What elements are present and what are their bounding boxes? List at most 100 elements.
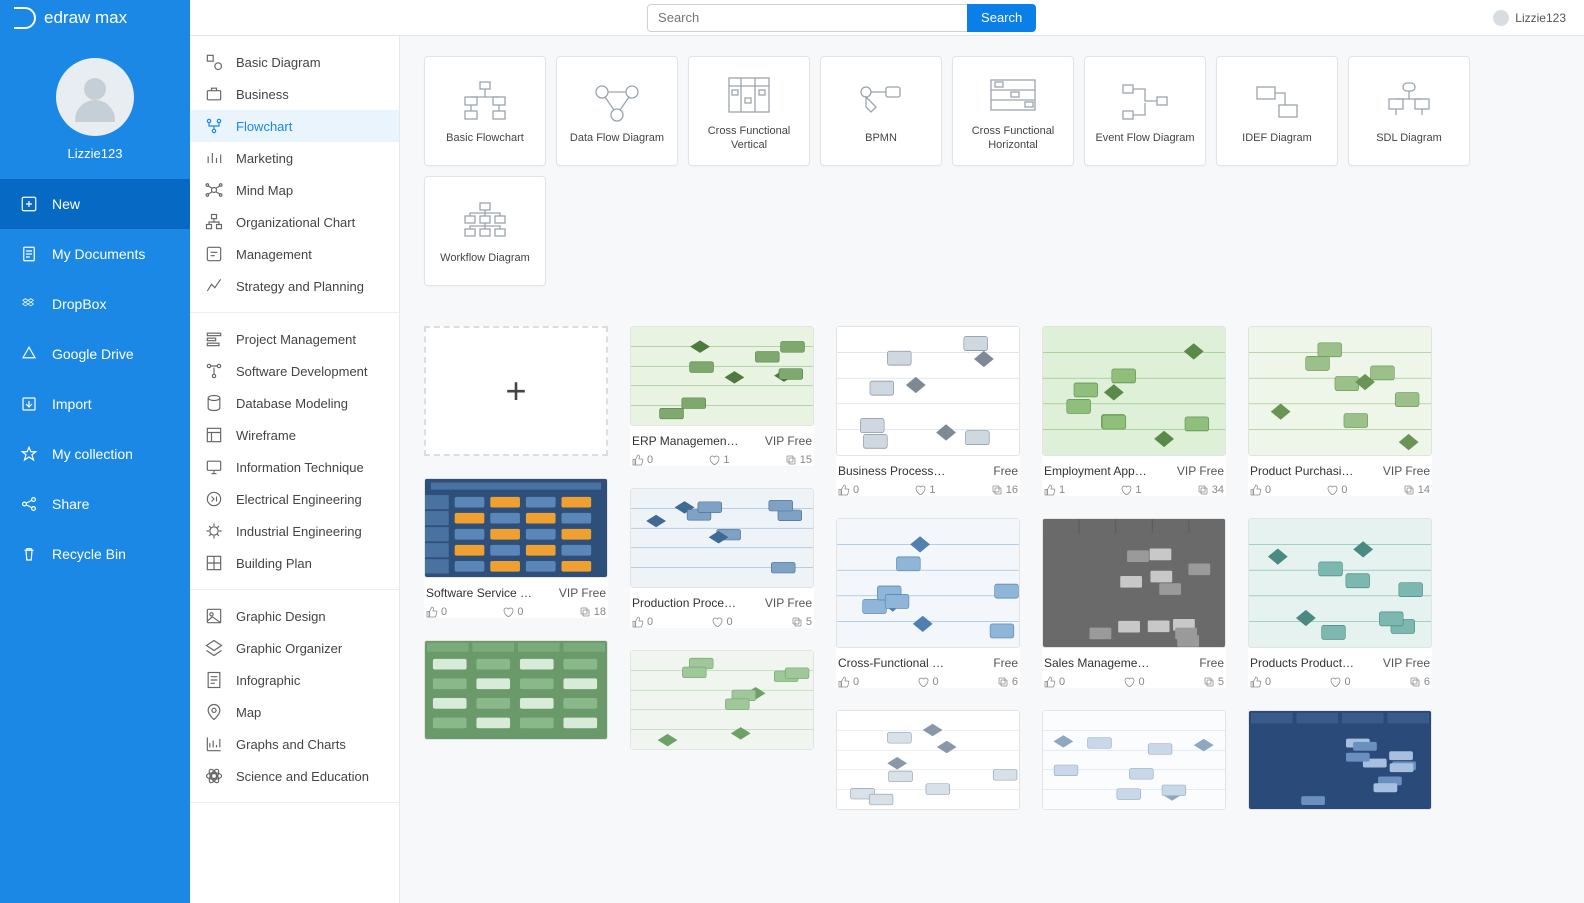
sidebar-item-import[interactable]: Import (0, 379, 190, 429)
template-card[interactable]: Business Process Mo…Free0116 (836, 326, 1020, 496)
favs[interactable]: 1 (1120, 484, 1141, 496)
category-item-map[interactable]: Map (190, 696, 399, 728)
template-card[interactable]: Production Proce…VIP Free005 (630, 488, 814, 628)
category-item-eleceng[interactable]: Electrical Engineering (190, 483, 399, 515)
sidebar-item-dropbox[interactable]: DropBox (0, 279, 190, 329)
favs[interactable]: 0 (502, 606, 523, 618)
template-card[interactable]: Cross-Functional Flo…Free006 (836, 518, 1020, 688)
copies[interactable]: 16 (991, 484, 1018, 496)
profile[interactable]: Lizzie123 (0, 36, 190, 179)
type-card[interactable]: Basic Flowchart (424, 56, 546, 166)
copies[interactable]: 14 (1403, 484, 1430, 496)
category-item-infotech[interactable]: Information Technique (190, 451, 399, 483)
template-tag: VIP Free (765, 434, 812, 448)
top-user[interactable]: Lizzie123 (1493, 10, 1584, 26)
category-item-business[interactable]: Business (190, 78, 399, 110)
category-item-marketing[interactable]: Marketing (190, 142, 399, 174)
copies[interactable]: 18 (579, 606, 606, 618)
likes[interactable]: 0 (632, 454, 653, 466)
share-icon (20, 495, 38, 513)
category-item-management[interactable]: Management (190, 238, 399, 270)
category-item-graphicdesign[interactable]: Graphic Design (190, 600, 399, 632)
category-item-strategy[interactable]: Strategy and Planning (190, 270, 399, 302)
likes[interactable]: 0 (1044, 676, 1065, 688)
template-card[interactable]: Sales Management C…Free005 (1042, 518, 1226, 688)
category-item-softdev[interactable]: Software Development (190, 355, 399, 387)
sidebar-item-label: My collection (52, 446, 133, 462)
type-icon (983, 70, 1043, 120)
search-wrap: Search (647, 4, 1036, 32)
copies[interactable]: 5 (791, 616, 812, 628)
template-card[interactable]: ERP Managemen…VIP Free0115 (630, 326, 814, 466)
category-item-infographic[interactable]: Infographic (190, 664, 399, 696)
template-card[interactable]: Products Product…VIP Free006 (1248, 518, 1432, 688)
template-card[interactable] (1042, 710, 1226, 810)
sidebar-item-gdrive[interactable]: Google Drive (0, 329, 190, 379)
favs[interactable]: 1 (914, 484, 935, 496)
template-tag: VIP Free (765, 596, 812, 610)
category-item-flowchart[interactable]: Flowchart (190, 110, 399, 142)
search-button[interactable]: Search (967, 4, 1036, 32)
template-card[interactable]: Product Purchasi…VIP Free0014 (1248, 326, 1432, 496)
category-item-graphs[interactable]: Graphs and Charts (190, 728, 399, 760)
type-card[interactable]: Cross Functional Horizontal (952, 56, 1074, 166)
copies[interactable]: 34 (1197, 484, 1224, 496)
template-card[interactable] (1248, 710, 1432, 810)
sidebar-item-new[interactable]: New (0, 179, 190, 229)
copies[interactable]: 15 (785, 454, 812, 466)
category-item-dbmodel[interactable]: Database Modeling (190, 387, 399, 419)
category-group: Graphic DesignGraphic OrganizerInfograph… (190, 590, 399, 803)
template-card[interactable] (630, 650, 814, 750)
type-card[interactable]: Data Flow Diagram (556, 56, 678, 166)
sidebar-item-mydocs[interactable]: My Documents (0, 229, 190, 279)
sidebar-item-share[interactable]: Share (0, 479, 190, 529)
type-card[interactable]: IDEF Diagram (1216, 56, 1338, 166)
favs[interactable]: 0 (917, 676, 938, 688)
copies[interactable]: 5 (1203, 676, 1224, 688)
category-item-wireframe[interactable]: Wireframe (190, 419, 399, 451)
likes[interactable]: 0 (838, 484, 859, 496)
favs[interactable]: 0 (1123, 676, 1144, 688)
category-item-basic[interactable]: Basic Diagram (190, 46, 399, 78)
sidebar-item-recycle[interactable]: Recycle Bin (0, 529, 190, 579)
template-thumb (836, 326, 1020, 456)
type-row: Basic FlowchartData Flow DiagramCross Fu… (424, 56, 1560, 286)
category-item-buildplan[interactable]: Building Plan (190, 547, 399, 579)
business-icon (204, 84, 224, 104)
category-item-sciedu[interactable]: Science and Education (190, 760, 399, 792)
likes[interactable]: 0 (426, 606, 447, 618)
copies[interactable]: 6 (1409, 676, 1430, 688)
brand-text: edraw max (44, 8, 127, 28)
template-card[interactable]: Employment App…VIP Free1134 (1042, 326, 1226, 496)
favs[interactable]: 0 (1329, 676, 1350, 688)
category-item-mindmap[interactable]: Mind Map (190, 174, 399, 206)
search-input[interactable] (647, 4, 967, 32)
likes[interactable]: 0 (1250, 676, 1271, 688)
type-card[interactable]: BPMN (820, 56, 942, 166)
likes[interactable]: 1 (1044, 484, 1065, 496)
sidebar-item-collection[interactable]: My collection (0, 429, 190, 479)
likes[interactable]: 0 (1250, 484, 1271, 496)
template-stats: 0 0 5 (632, 616, 812, 628)
likes[interactable]: 0 (632, 616, 653, 628)
favs[interactable]: 0 (1326, 484, 1347, 496)
favs[interactable]: 1 (708, 454, 729, 466)
gdrive-icon (20, 345, 38, 363)
category-item-orgchart[interactable]: Organizational Chart (190, 206, 399, 238)
new-template-card[interactable]: + (424, 326, 608, 456)
category-item-graphicorg[interactable]: Graphic Organizer (190, 632, 399, 664)
template-column: +Software Service …VIP Free0018 (424, 326, 608, 810)
template-stats: 0 1 15 (632, 454, 812, 466)
type-card[interactable]: SDL Diagram (1348, 56, 1470, 166)
template-card[interactable] (424, 640, 608, 740)
type-card[interactable]: Workflow Diagram (424, 176, 546, 286)
type-card[interactable]: Cross Functional Vertical (688, 56, 810, 166)
template-card[interactable]: Software Service …VIP Free0018 (424, 478, 608, 618)
category-item-indeng[interactable]: Industrial Engineering (190, 515, 399, 547)
category-item-projmgmt[interactable]: Project Management (190, 323, 399, 355)
favs[interactable]: 0 (711, 616, 732, 628)
copies[interactable]: 6 (997, 676, 1018, 688)
type-card[interactable]: Event Flow Diagram (1084, 56, 1206, 166)
template-card[interactable] (836, 710, 1020, 810)
likes[interactable]: 0 (838, 676, 859, 688)
